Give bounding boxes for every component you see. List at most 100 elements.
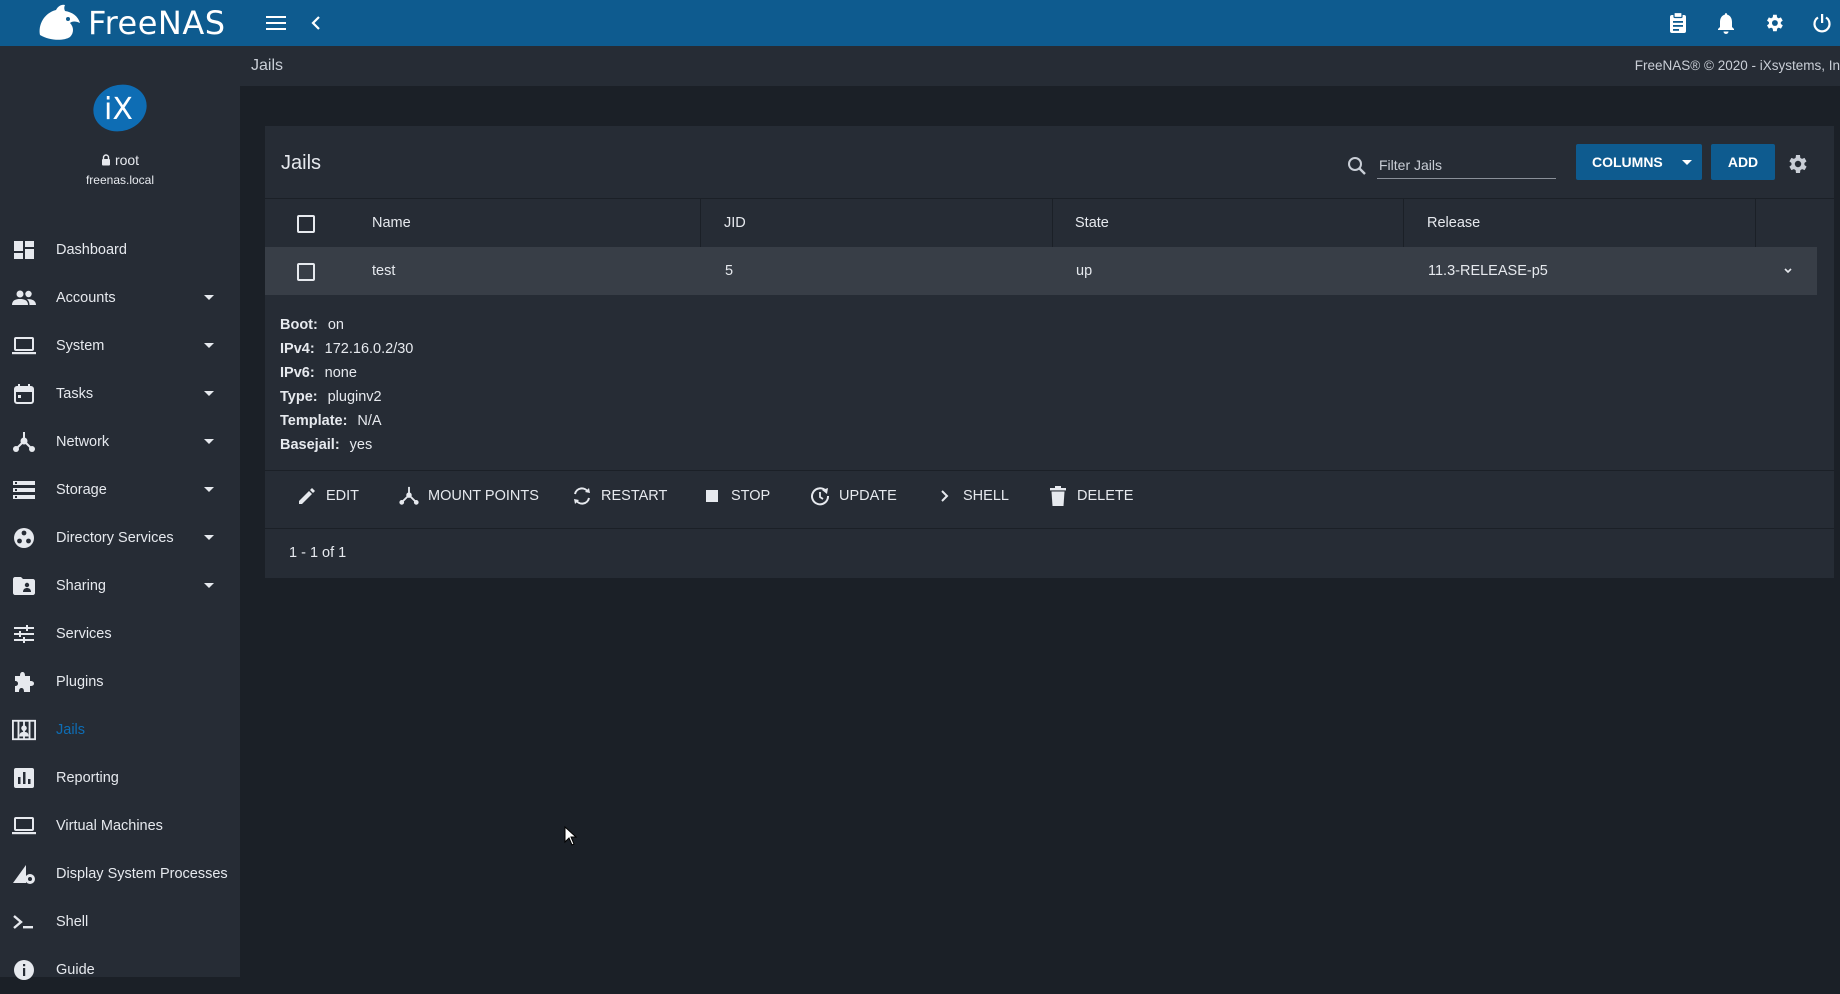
sidebar-item-label: Jails: [56, 722, 86, 738]
mount-points-icon: [398, 485, 420, 507]
table-row[interactable]: test 5 up 11.3-RELEASE-p5: [265, 247, 1817, 295]
sidebar-item-directory-services[interactable]: Directory Services: [0, 514, 240, 562]
directory-icon: [12, 527, 36, 549]
mount-points-label: MOUNT POINTS: [428, 488, 539, 504]
network-icon: [12, 431, 36, 453]
stop-icon: [701, 485, 723, 507]
chevron-down-icon: [204, 343, 214, 348]
sidebar-item-tasks[interactable]: Tasks: [0, 370, 240, 418]
bar-chart-icon: [12, 767, 36, 789]
select-all-checkbox[interactable]: [297, 215, 315, 233]
divider: [265, 470, 1834, 471]
sidebar-item-storage[interactable]: Storage: [0, 466, 240, 514]
column-header-state[interactable]: State: [1075, 199, 1109, 247]
pagination-range: 1 - 1 of 1: [289, 545, 347, 561]
sidebar-item-services[interactable]: Services: [0, 610, 240, 658]
laptop-icon: [12, 335, 36, 357]
shell-button[interactable]: SHELL: [933, 476, 1009, 516]
update-button[interactable]: UPDATE: [809, 476, 897, 516]
brand-logo[interactable]: FreeNAS: [34, 0, 226, 46]
terminal-icon: [12, 911, 36, 933]
chevron-down-icon: [204, 487, 214, 492]
breadcrumb-bar: Jails FreeNAS® © 2020 - iXsystems, In: [240, 46, 1840, 86]
mouse-cursor-icon: [564, 826, 578, 846]
gear-icon[interactable]: [1785, 152, 1809, 176]
chevron-down-icon[interactable]: [1782, 265, 1794, 277]
search-box: [1347, 150, 1556, 180]
sidebar-item-sharing[interactable]: Sharing: [0, 562, 240, 610]
sidebar-item-label: Dashboard: [56, 242, 127, 258]
top-bar: FreeNAS: [0, 0, 1840, 46]
cell-jid: 5: [725, 263, 734, 279]
menu-icon: [266, 16, 286, 30]
info-icon: [12, 959, 36, 981]
restart-button[interactable]: RESTART: [571, 476, 667, 516]
column-header-release[interactable]: Release: [1427, 199, 1480, 247]
stop-label: STOP: [731, 488, 771, 504]
table-header: Name JID State Release: [265, 199, 1817, 247]
breadcrumb[interactable]: Jails: [251, 57, 283, 75]
bell-icon: [1718, 13, 1734, 34]
dashboard-icon: [12, 239, 36, 261]
delete-button[interactable]: DELETE: [1047, 476, 1133, 516]
sidebar-item-display-system-processes[interactable]: Display System Processes: [0, 850, 240, 898]
cell-name: test: [372, 263, 396, 279]
sidebar-item-label: Reporting: [56, 770, 119, 786]
svg-text:iX: iX: [104, 92, 133, 127]
sidebar-item-network[interactable]: Network: [0, 418, 240, 466]
detail-basejail: Basejail: yes: [280, 437, 373, 453]
mount-points-button[interactable]: MOUNT POINTS: [398, 476, 539, 516]
row-checkbox[interactable]: [297, 263, 315, 281]
restart-label: RESTART: [601, 488, 668, 504]
sliders-icon: [12, 623, 36, 645]
chevron-down-icon: [204, 295, 214, 300]
add-button[interactable]: ADD: [1711, 144, 1775, 180]
settings-button[interactable]: [1758, 8, 1790, 38]
sidebar-item-label: Network: [56, 434, 110, 450]
detail-type: Type: pluginv2: [280, 389, 382, 405]
sidebar-item-accounts[interactable]: Accounts: [0, 274, 240, 322]
shell-label: SHELL: [963, 488, 1009, 504]
column-header-name[interactable]: Name: [372, 199, 411, 247]
columns-button[interactable]: COLUMNS: [1576, 144, 1702, 180]
stop-button[interactable]: STOP: [701, 476, 770, 516]
sidebar-item-virtual-machines[interactable]: Virtual Machines: [0, 802, 240, 850]
detail-template: Template: N/A: [280, 413, 382, 429]
edit-button[interactable]: EDIT: [296, 476, 359, 516]
sidebar-item-reporting[interactable]: Reporting: [0, 754, 240, 802]
sidebar-item-dashboard[interactable]: Dashboard: [0, 226, 240, 274]
sidebar-item-system[interactable]: System: [0, 322, 240, 370]
collapse-sidebar-button[interactable]: [300, 8, 332, 38]
menu-toggle-button[interactable]: [260, 8, 292, 38]
task-manager-button[interactable]: [1662, 8, 1694, 38]
divider: [265, 528, 1834, 529]
people-icon: [12, 287, 36, 309]
sidebar-item-guide[interactable]: Guide: [0, 946, 240, 994]
sidebar-item-jails[interactable]: Jails: [0, 706, 240, 754]
column-header-jid[interactable]: JID: [724, 199, 746, 247]
sidebar: iX root freenas.local Dashboard Accounts: [0, 46, 240, 980]
restart-icon: [571, 485, 593, 507]
sidebar-item-plugins[interactable]: Plugins: [0, 658, 240, 706]
detail-boot: Boot: on: [280, 317, 344, 333]
jails-card: Jails COLUMNS ADD Name JID State Release…: [265, 126, 1834, 578]
search-icon: [1348, 157, 1366, 175]
laptop-icon: [12, 815, 36, 837]
avatar[interactable]: iX: [92, 82, 148, 134]
sidebar-nav: Dashboard Accounts System Tasks Network …: [0, 226, 240, 994]
gear-icon: [1767, 14, 1783, 32]
cell-state: up: [1076, 263, 1093, 279]
chevron-down-icon: [204, 439, 214, 444]
power-button[interactable]: [1806, 8, 1838, 38]
column-divider: [1052, 199, 1053, 247]
edit-label: EDIT: [326, 488, 360, 504]
power-icon: [1813, 14, 1831, 33]
notifications-button[interactable]: [1710, 8, 1742, 38]
update-icon: [809, 485, 831, 507]
search-input[interactable]: [1377, 152, 1556, 179]
calendar-icon: [12, 383, 36, 405]
sidebar-item-label: Plugins: [56, 674, 104, 690]
sidebar-item-shell[interactable]: Shell: [0, 898, 240, 946]
shared-folder-icon: [12, 575, 36, 597]
page-title: Jails: [281, 152, 322, 174]
